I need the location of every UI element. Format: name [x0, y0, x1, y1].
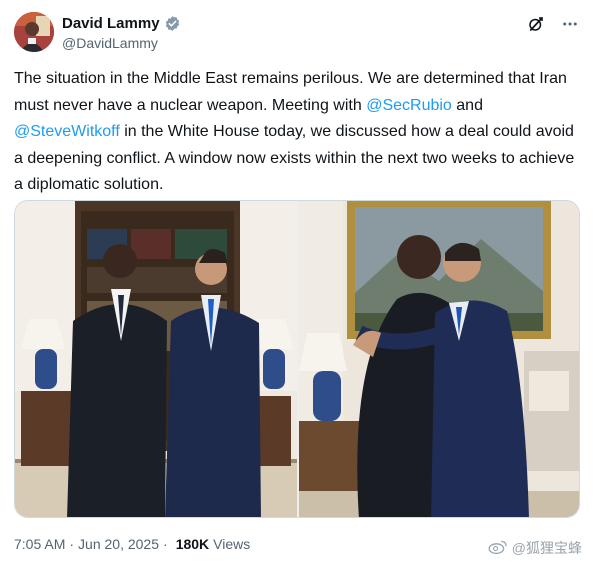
watermark-text: @狐狸宝蜂 — [511, 540, 582, 556]
author-name-block: David Lammy @DavidLammy — [62, 15, 181, 51]
meta-separator: · — [69, 536, 75, 552]
tweet-text: The situation in the Middle East remains… — [14, 66, 580, 199]
tweet-text-part-1: The situation in the Middle East remains… — [14, 70, 567, 114]
tweet-date[interactable]: Jun 20, 2025 — [78, 536, 159, 552]
photo-1[interactable] — [15, 201, 297, 517]
verified-badge-icon — [164, 15, 181, 32]
tweet-text-part-2: and — [451, 96, 483, 114]
grok-icon[interactable] — [526, 14, 546, 34]
meta-separator-2: · — [163, 536, 168, 552]
header-actions — [526, 14, 580, 34]
author-avatar[interactable] — [14, 12, 54, 52]
media-grid — [14, 200, 580, 518]
views-count: 180K — [175, 536, 210, 552]
weibo-icon — [488, 539, 508, 558]
views-label: Views — [213, 536, 251, 552]
mention-stevewitkoff[interactable]: @SteveWitkoff — [14, 123, 120, 140]
author-display-name[interactable]: David Lammy — [62, 15, 160, 32]
tweet-meta: 7:05 AM · Jun 20, 2025 · 180K Views — [14, 536, 250, 552]
watermark: @狐狸宝蜂 — [488, 538, 582, 558]
tweet-header: David Lammy @DavidLammy — [14, 12, 580, 56]
more-icon[interactable] — [560, 14, 580, 34]
profile-photo-icon — [14, 12, 54, 52]
photo-2[interactable] — [299, 201, 579, 517]
mention-secrubio[interactable]: @SecRubio — [366, 97, 452, 114]
tweet-time[interactable]: 7:05 AM — [14, 536, 65, 552]
author-handle[interactable]: @DavidLammy — [62, 35, 181, 51]
tweet-card: David Lammy @DavidLammy The situation in… — [0, 0, 594, 565]
